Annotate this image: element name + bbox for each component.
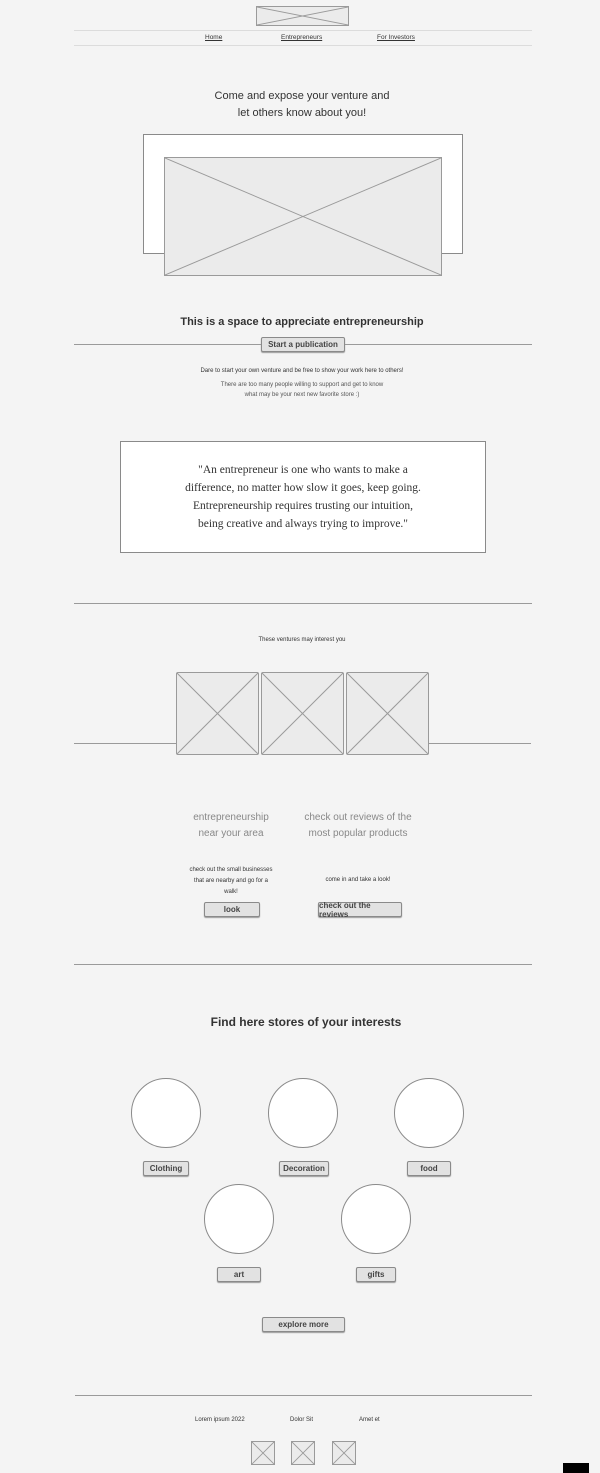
nav-home[interactable]: Home [205, 34, 222, 41]
ventures-left-line [74, 743, 176, 744]
feature-nearby-title-line2: near your area [198, 828, 264, 839]
quote-text: "An entrepreneur is one who wants to mak… [185, 464, 421, 530]
category-food-image[interactable] [394, 1078, 464, 1148]
category-art-button[interactable]: art [217, 1267, 261, 1282]
space-line2b: what may be your next new favorite store… [244, 392, 360, 398]
venture-card-2[interactable] [261, 672, 344, 755]
feature-nearby-title-line1: entrepreneurship [193, 812, 269, 823]
feature-reviews-title-line1: check out reviews of the [304, 812, 412, 823]
feature-reviews-desc: come in and take a look! [325, 877, 391, 883]
category-gifts-button[interactable]: gifts [356, 1267, 396, 1282]
feature-nearby-desc-line2: that are nearby and go for a [193, 878, 269, 884]
nav-entrepreneurs[interactable]: Entrepreneurs [281, 34, 322, 41]
footer-link-amet[interactable]: Amet et [359, 1417, 380, 1423]
category-decoration-button[interactable]: Decoration [279, 1161, 329, 1176]
footer-divider [75, 1395, 532, 1396]
category-gifts-image[interactable] [341, 1184, 411, 1254]
category-food-button[interactable]: food [407, 1161, 451, 1176]
hero-headline: Come and expose your venture and let oth… [150, 88, 454, 122]
social-icon-1[interactable] [251, 1441, 275, 1465]
category-decoration-image[interactable] [268, 1078, 338, 1148]
feature-nearby-desc-line3: walk! [224, 889, 238, 895]
check-reviews-button[interactable]: check out the reviews [318, 901, 402, 919]
stores-title: Find here stores of your interests [210, 1015, 402, 1029]
quote-divider [74, 603, 532, 604]
space-title: This is a space to appreciate entreprene… [180, 316, 424, 328]
hero-headline-line2: let others know about you! [237, 107, 367, 119]
social-icon-3[interactable] [332, 1441, 356, 1465]
category-clothing-image[interactable] [131, 1078, 201, 1148]
hero-headline-line1: Come and expose your venture and [214, 90, 390, 102]
feature-reviews-title-line2: most popular products [308, 828, 408, 839]
feature-nearby-desc-line1: check out the small businesses [189, 867, 273, 873]
category-art-image[interactable] [204, 1184, 274, 1254]
footer-link-dolor[interactable]: Dolor Sit [290, 1417, 313, 1423]
feature-nearby-desc: check out the small businesses that are … [166, 865, 296, 898]
hero-image-placeholder [164, 157, 442, 276]
feature-nearby-title: entrepreneurship near your area [166, 810, 296, 842]
feature-reviews-title: check out reviews of the most popular pr… [288, 810, 428, 842]
explore-more-button[interactable]: explore more [262, 1317, 345, 1332]
space-line2a: There are too many people willing to sup… [220, 382, 384, 388]
nav-for-investors[interactable]: For Investors [377, 34, 415, 41]
look-button[interactable]: look [204, 902, 260, 917]
ventures-caption: These ventures may interest you [258, 637, 346, 643]
logo-placeholder [256, 6, 349, 26]
category-clothing-button[interactable]: Clothing [143, 1161, 189, 1176]
ventures-right-line [429, 743, 531, 744]
social-icon-2[interactable] [291, 1441, 315, 1465]
venture-card-3[interactable] [346, 672, 429, 755]
venture-card-1[interactable] [176, 672, 259, 755]
footer-copyright: Lorem ipsum 2022 [195, 1417, 245, 1423]
start-publication-button[interactable]: Start a publication [261, 337, 345, 352]
features-divider [74, 964, 532, 965]
corner-block [563, 1463, 589, 1473]
quote-box: "An entrepreneur is one who wants to mak… [120, 441, 486, 553]
header-top-divider [74, 30, 532, 31]
space-line1: Dare to start your own venture and be fr… [200, 368, 404, 374]
header-bottom-divider [74, 45, 532, 46]
space-line2: There are too many people willing to sup… [140, 380, 464, 400]
